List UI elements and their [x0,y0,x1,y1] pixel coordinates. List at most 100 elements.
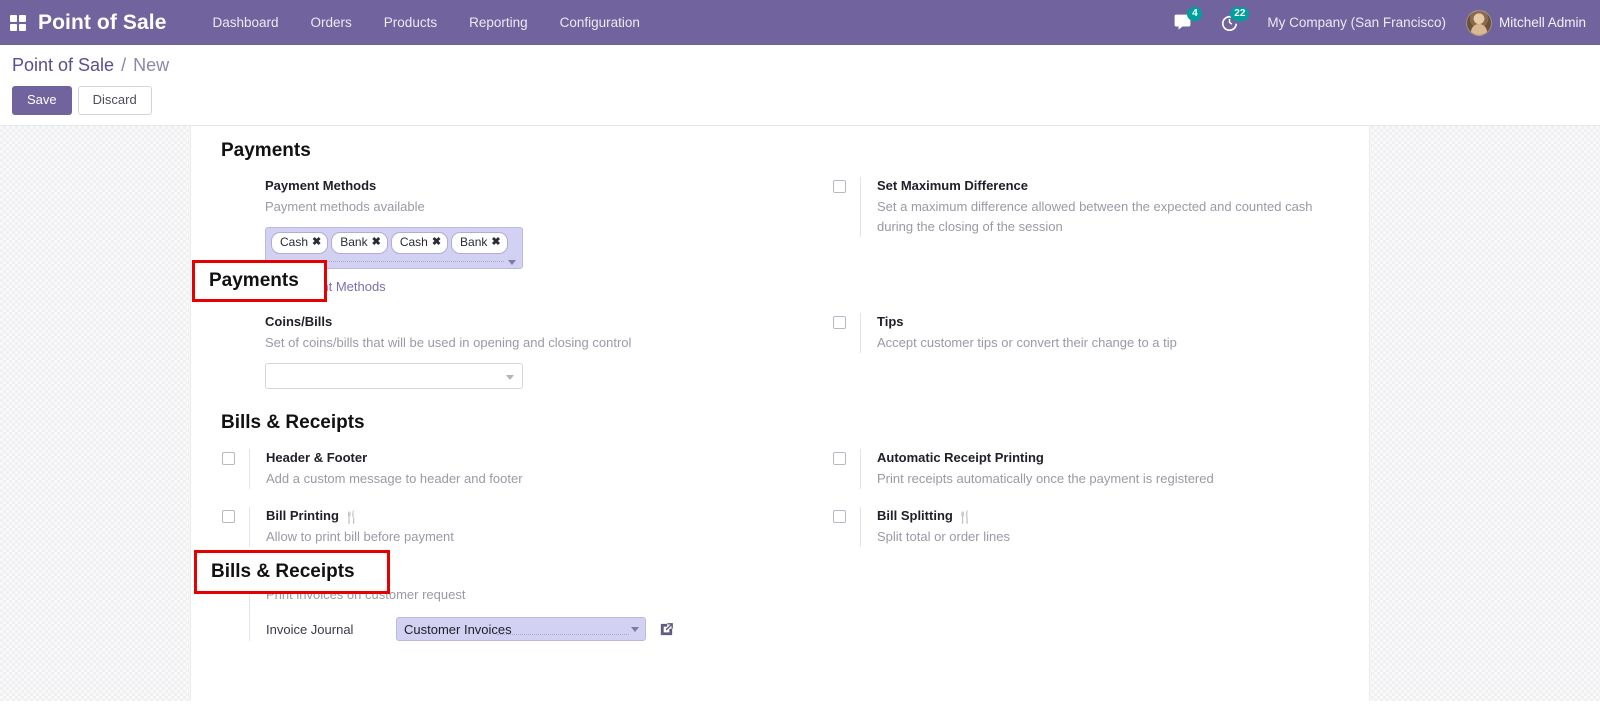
bill-splitting-description: Split total or order lines [877,529,1010,545]
main-menu: Dashboard Orders Products Reporting Conf… [196,9,655,36]
tips-description: Accept customer tips or convert their ch… [877,335,1177,351]
tag-label: Cash [280,234,309,249]
breadcrumb-current: New [133,55,170,75]
checkbox-set-maximum-difference[interactable] [832,179,846,193]
tag-bank-1[interactable]: Bank ✖ [331,231,388,255]
tips-title: Tips [877,314,904,330]
checkbox-bill-printing[interactable] [221,510,235,524]
save-button[interactable]: Save [12,86,72,115]
bill-splitting-title-row: Bill Splitting 🍴 [877,507,1337,526]
cb-wrap-automatic-receipt-printing [818,449,860,466]
activities-clock-icon[interactable]: 22 [1206,0,1253,45]
tips-body: Tips Accept customer tips or convert the… [860,313,1337,354]
tag-remove-icon[interactable]: ✖ [432,235,441,251]
settings-sheet: Payments Payment Methods Payment methods… [190,125,1370,701]
setting-automatic-receipt-printing: Automatic Receipt Printing Print receipt… [780,440,1353,498]
cb-wrap-tips [818,313,860,330]
menu-item-orders[interactable]: Orders [295,9,368,36]
tag-remove-icon[interactable]: ✖ [491,235,500,251]
menu-item-dashboard[interactable]: Dashboard [196,9,294,36]
external-link-icon[interactable] [658,621,675,638]
control-panel: Point of Sale / New Save Discard [0,45,1600,126]
chevron-down-icon[interactable] [508,260,516,266]
navbar-right-tools: 4 22 My Company (San Francisco) Mitchell… [1159,0,1586,45]
tag-cash-1[interactable]: Cash ✖ [271,231,329,255]
bills-receipts-rows: Header & Footer Add a custom message to … [207,440,1353,650]
bill-printing-description: Allow to print bill before payment [266,529,454,545]
page-body: Payments Payment Methods Payment methods… [0,125,1600,701]
header-footer-description: Add a custom message to header and foote… [266,471,523,487]
checkbox-bill-splitting[interactable] [832,510,846,524]
setting-header-footer: Header & Footer Add a custom message to … [207,440,780,498]
tag-bank-2[interactable]: Bank ✖ [451,231,508,255]
section-bills-receipts: Bills & Receipts Header & Footer Add a c… [191,398,1369,650]
section-payments: Payments Payment Methods Payment methods… [191,126,1369,398]
annotation-box-bills-receipts: Bills & Receipts [194,549,390,594]
cb-spacer-coins-bills [207,313,249,316]
cb-wrap-bill-splitting [818,507,860,524]
user-name-label: Mitchell Admin [1498,15,1586,30]
menu-item-products[interactable]: Products [368,9,453,36]
setting-bill-splitting: Bill Splitting 🍴 Split total or order li… [780,498,1353,556]
header-footer-title: Header & Footer [266,450,368,466]
checkbox-header-footer[interactable] [221,452,235,466]
bill-splitting-title: Bill Splitting [877,508,953,524]
cb-wrap-set-maximum-difference [818,177,860,193]
automatic-receipt-printing-title: Automatic Receipt Printing [877,450,1044,466]
payments-rows: Payment Methods Payment methods availabl… [207,168,1353,398]
restaurant-icon: 🍴 [957,509,973,524]
activities-count-badge: 22 [1230,7,1250,21]
user-menu[interactable]: Mitchell Admin [1460,9,1586,36]
checkbox-tips[interactable] [832,316,846,330]
messages-icon[interactable]: 4 [1159,0,1206,45]
chevron-down-icon[interactable] [631,627,639,633]
payment-methods-tag-list: Cash ✖ Bank ✖ Cash ✖ Bank ✖ [271,231,518,255]
top-navbar: Point of Sale Dashboard Orders Products … [0,0,1600,45]
annotation-label-payments: Payments [209,269,299,291]
tag-label: Cash [399,234,428,249]
section-title-bills-receipts: Bills & Receipts [221,412,365,434]
cb-spacer-payment-methods [207,177,249,180]
set-maximum-difference-title: Set Maximum Difference [877,177,1028,193]
avatar [1465,9,1492,36]
coins-bills-title: Coins/Bills [265,314,333,330]
payment-methods-title: Payment Methods [265,177,377,193]
invoice-journal-label: Invoice Journal [266,621,354,637]
tag-remove-icon[interactable]: ✖ [312,235,321,251]
coins-bills-select[interactable] [265,363,523,390]
menu-item-reporting[interactable]: Reporting [453,9,544,36]
checkbox-automatic-receipt-printing[interactable] [832,452,846,466]
bill-printing-title-row: Bill Printing 🍴 [266,507,764,526]
tag-remove-icon[interactable]: ✖ [372,235,381,251]
annotation-label-bills-receipts: Bills & Receipts [211,560,355,582]
apps-grid-icon[interactable] [10,14,26,31]
restaurant-icon: 🍴 [343,509,359,524]
app-brand-title[interactable]: Point of Sale [38,11,166,35]
form-actions: Save Discard [12,86,1600,115]
invoice-journal-field: Invoice Journal Customer Invoices [266,617,764,642]
company-switcher[interactable]: My Company (San Francisco) [1253,15,1460,30]
bill-splitting-body: Bill Splitting 🍴 Split total or order li… [860,507,1337,548]
section-title-payments: Payments [221,139,311,161]
bill-printing-title: Bill Printing [266,508,339,524]
invoice-journal-select[interactable]: Customer Invoices [396,617,646,642]
header-footer-body: Header & Footer Add a custom message to … [249,449,764,490]
coins-bills-description: Set of coins/bills that will be used in … [265,335,632,351]
discard-button[interactable]: Discard [77,86,152,115]
setting-coins-bills: Coins/Bills Set of coins/bills that will… [207,304,780,398]
annotation-box-payments: Payments [192,259,327,302]
set-maximum-difference-description: Set a maximum difference allowed between… [877,198,1313,234]
tag-label: Bank [460,234,488,249]
breadcrumb-root[interactable]: Point of Sale [12,55,114,75]
setting-bill-printing: Bill Printing 🍴 Allow to print bill befo… [207,498,780,556]
input-dotted-underline [497,634,629,636]
invoice-journal-value: Customer Invoices [404,621,512,637]
cb-wrap-header-footer [207,449,249,466]
cb-wrap-bill-printing [207,507,249,524]
breadcrumb: Point of Sale / New [12,55,1600,76]
bill-printing-body: Bill Printing 🍴 Allow to print bill befo… [249,507,764,548]
setting-tips: Tips Accept customer tips or convert the… [780,304,1353,398]
menu-item-configuration[interactable]: Configuration [544,9,656,36]
tag-cash-2[interactable]: Cash ✖ [390,231,449,255]
chevron-down-icon [506,375,514,381]
